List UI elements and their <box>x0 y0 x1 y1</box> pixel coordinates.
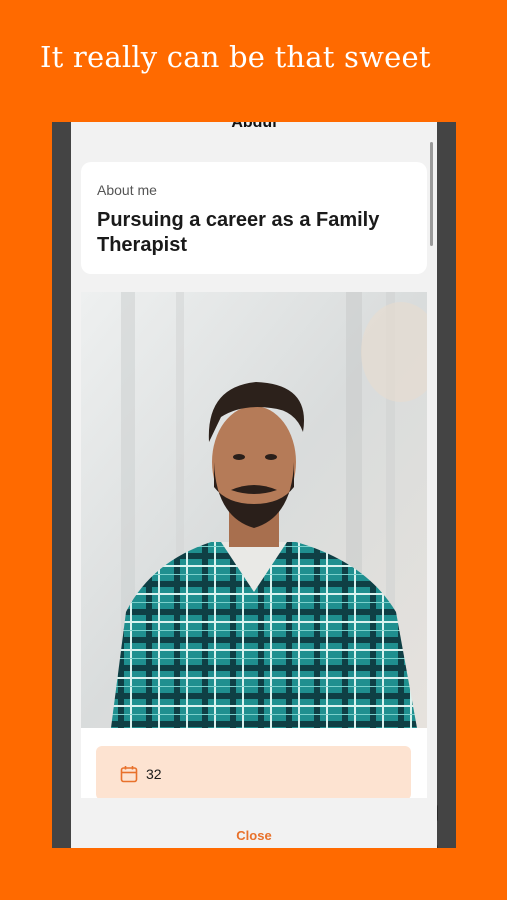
profile-name: Abdul <box>231 122 277 131</box>
headline: It really can be that sweet <box>40 40 431 74</box>
age-card: 32 <box>96 746 411 800</box>
about-card: About me Pursuing a career as a Family T… <box>81 162 427 274</box>
about-text: Pursuing a career as a Family Therapist <box>97 209 380 256</box>
about-label: About me <box>97 182 157 198</box>
profile-sheet[interactable]: Abdul About me Pursuing a career as a Fa… <box>71 122 437 848</box>
calendar-icon <box>120 766 138 783</box>
details-section: 32 <box>81 728 427 800</box>
close-button[interactable]: Close <box>71 828 437 843</box>
sheet-footer: Close <box>71 798 437 848</box>
profile-photo[interactable] <box>81 292 427 728</box>
scrollbar[interactable] <box>430 142 433 246</box>
profile-photo-illustration <box>81 292 427 728</box>
age-value: 32 <box>146 766 162 782</box>
phone-screen: Abdul About me Pursuing a career as a Fa… <box>52 122 456 848</box>
